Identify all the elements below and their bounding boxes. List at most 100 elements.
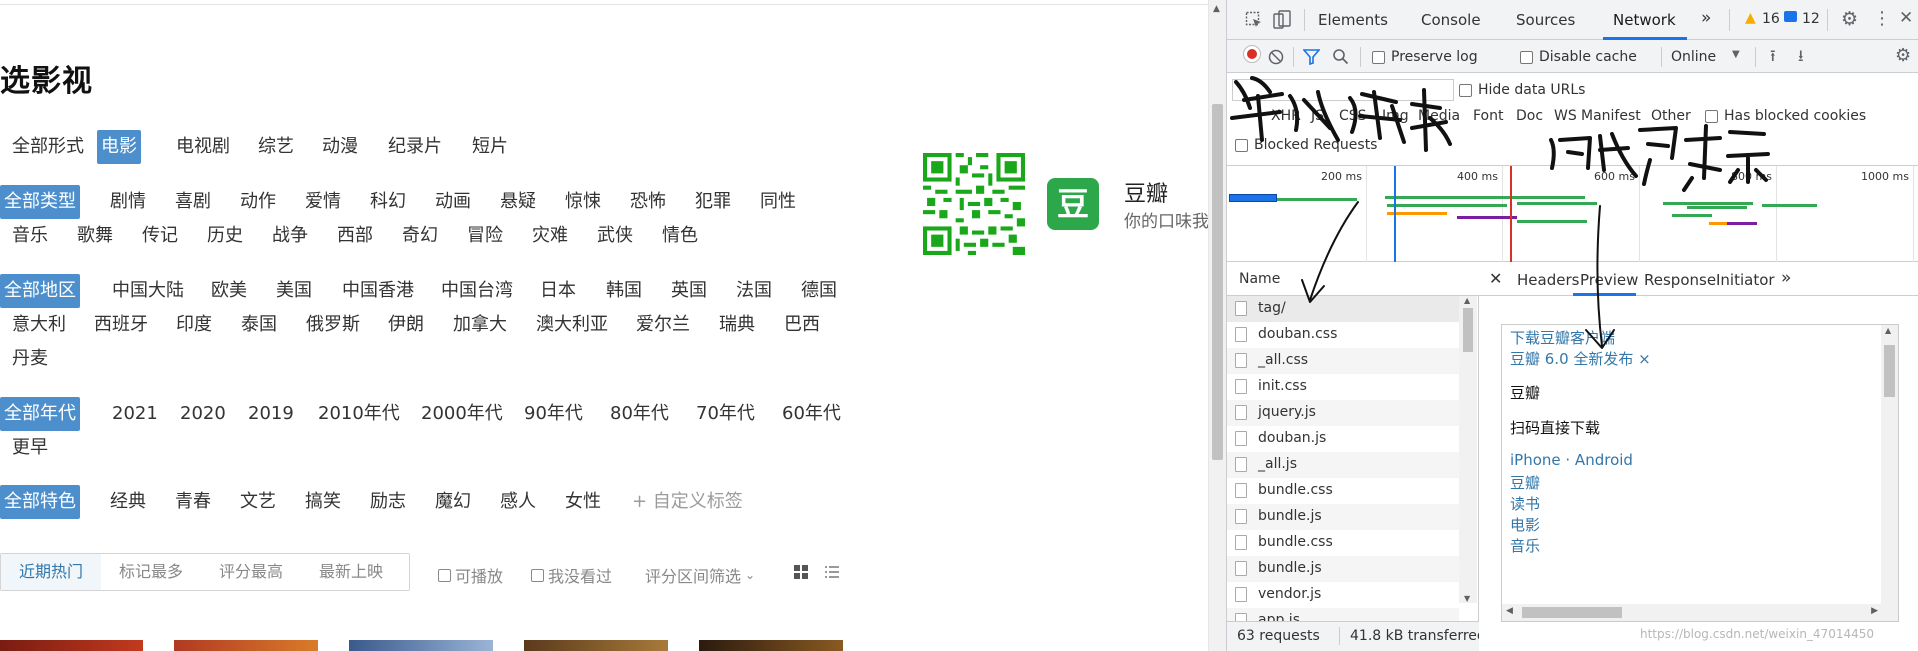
movie-poster[interactable]: [699, 640, 843, 651]
type-filter-xhr[interactable]: XHR: [1271, 108, 1301, 124]
region-tag[interactable]: 巴西: [780, 308, 824, 342]
request-row[interactable]: _all.js: [1227, 452, 1459, 478]
tab-console[interactable]: Console: [1421, 11, 1481, 29]
name-column-header[interactable]: Name: [1227, 262, 1479, 296]
page-scrollbar-thumb[interactable]: [1212, 104, 1223, 460]
page-scrollbar[interactable]: ▲: [1208, 0, 1226, 651]
form-tag[interactable]: 综艺: [254, 130, 298, 164]
gear-icon[interactable]: ⚙: [1841, 8, 1858, 30]
year-tag[interactable]: 2019: [244, 397, 298, 431]
preview-vertical-scrollbar[interactable]: ▲: [1881, 325, 1898, 606]
sort-hot[interactable]: 近期热门: [1, 554, 102, 590]
scroll-right-icon[interactable]: ▶: [1871, 606, 1878, 616]
region-tag-active[interactable]: 全部地区: [0, 274, 80, 308]
year-tag[interactable]: 60年代: [778, 397, 845, 431]
custom-tag-link[interactable]: + 自定义标签: [628, 485, 747, 519]
feature-tag[interactable]: 经典: [106, 485, 150, 519]
form-tag[interactable]: 全部形式: [8, 130, 88, 164]
form-tag[interactable]: 纪录片: [384, 130, 446, 164]
type-tag[interactable]: 灾难: [528, 219, 572, 253]
region-tag[interactable]: 日本: [536, 274, 580, 308]
preview-link[interactable]: 豆瓣: [1510, 472, 1540, 493]
type-filter-img[interactable]: Img: [1382, 108, 1409, 124]
region-tag[interactable]: 伊朗: [384, 308, 428, 342]
region-tag[interactable]: 英国: [667, 274, 711, 308]
feature-tag-active[interactable]: 全部特色: [0, 485, 80, 519]
tab-headers[interactable]: Headers: [1517, 271, 1579, 289]
type-tag[interactable]: 冒险: [463, 219, 507, 253]
type-filter-manifest[interactable]: Manifest: [1581, 108, 1641, 124]
form-tag[interactable]: 电视剧: [172, 130, 234, 164]
region-tag[interactable]: 俄罗斯: [302, 308, 364, 342]
region-tag[interactable]: 爱尔兰: [632, 308, 694, 342]
region-tag[interactable]: 澳大利亚: [532, 308, 612, 342]
request-row[interactable]: init.css: [1227, 374, 1459, 400]
region-tag[interactable]: 中国台湾: [437, 274, 517, 308]
type-tag[interactable]: 西部: [333, 219, 377, 253]
type-tag[interactable]: 武侠: [593, 219, 637, 253]
more-detail-tabs[interactable]: »: [1781, 268, 1791, 288]
region-tag[interactable]: 加拿大: [449, 308, 511, 342]
export-har-icon[interactable]: ⭳: [1798, 45, 1804, 72]
request-row[interactable]: bundle.js: [1227, 556, 1459, 582]
request-row[interactable]: tag/: [1227, 296, 1459, 322]
type-tag[interactable]: 歌舞: [73, 219, 117, 253]
movie-poster[interactable]: [174, 640, 318, 651]
request-row[interactable]: app.js: [1227, 608, 1459, 621]
type-tag[interactable]: 恐怖: [626, 185, 670, 219]
type-tag[interactable]: 犯罪: [691, 185, 735, 219]
request-list-scrollbar[interactable]: ▲ ▼: [1459, 296, 1477, 603]
filter-input[interactable]: [1232, 79, 1454, 101]
preview-vertical-thumb[interactable]: [1884, 345, 1895, 397]
year-tag[interactable]: 70年代: [692, 397, 759, 431]
unseen-filter[interactable]: 我没看过: [531, 563, 612, 587]
network-settings-icon[interactable]: ⚙: [1895, 45, 1911, 66]
preview-link[interactable]: 豆瓣 6.0 全新发布 ×: [1510, 348, 1651, 369]
region-tag[interactable]: 丹麦: [8, 342, 52, 376]
preview-link[interactable]: 读书: [1510, 493, 1540, 514]
year-tag-active[interactable]: 全部年代: [0, 397, 80, 431]
form-tag[interactable]: 短片: [468, 130, 512, 164]
request-row[interactable]: bundle.js: [1227, 504, 1459, 530]
blocked-requests-checkbox[interactable]: Blocked Requests: [1235, 137, 1377, 153]
type-filter-doc[interactable]: Doc: [1516, 108, 1543, 124]
year-tag[interactable]: 90年代: [520, 397, 587, 431]
device-toolbar-icon[interactable]: [1273, 10, 1291, 30]
clear-icon[interactable]: [1268, 49, 1284, 65]
sort-top-rated[interactable]: 评分最高: [201, 554, 301, 590]
type-tag-active[interactable]: 全部类型: [0, 185, 80, 219]
request-list-scroll-thumb[interactable]: [1463, 308, 1473, 352]
scroll-up-icon[interactable]: ▲: [1885, 326, 1891, 335]
feature-tag[interactable]: 青春: [171, 485, 215, 519]
region-tag[interactable]: 美国: [272, 274, 316, 308]
kebab-menu-icon[interactable]: ⋮: [1873, 8, 1891, 29]
type-tag[interactable]: 战争: [268, 219, 312, 253]
preview-link[interactable]: iPhone · Android: [1510, 451, 1633, 469]
scroll-up-icon[interactable]: ▲: [1464, 296, 1470, 305]
warning-count[interactable]: 16: [1762, 11, 1780, 27]
region-tag[interactable]: 韩国: [602, 274, 646, 308]
tab-response[interactable]: Response: [1644, 271, 1716, 289]
form-tag-active[interactable]: 电影: [97, 130, 141, 164]
year-tag[interactable]: 2021: [108, 397, 162, 431]
close-devtools-icon[interactable]: ✕: [1899, 8, 1913, 28]
message-count[interactable]: 12: [1802, 11, 1820, 27]
preview-horizontal-thumb[interactable]: [1522, 607, 1622, 618]
request-row[interactable]: bundle.css: [1227, 478, 1459, 504]
type-tag[interactable]: 喜剧: [171, 185, 215, 219]
type-tag[interactable]: 历史: [203, 219, 247, 253]
year-tag[interactable]: 更早: [8, 431, 52, 465]
feature-tag[interactable]: 励志: [366, 485, 410, 519]
region-tag[interactable]: 瑞典: [715, 308, 759, 342]
feature-tag[interactable]: 感人: [496, 485, 540, 519]
request-row[interactable]: jquery.js: [1227, 400, 1459, 426]
search-icon[interactable]: [1332, 48, 1349, 65]
unseen-checkbox[interactable]: [531, 568, 544, 582]
region-tag[interactable]: 中国香港: [338, 274, 418, 308]
request-row[interactable]: bundle.css: [1227, 530, 1459, 556]
request-row[interactable]: douban.css: [1227, 322, 1459, 348]
preserve-log-checkbox[interactable]: Preserve log: [1372, 49, 1478, 65]
type-filter-other[interactable]: Other: [1651, 108, 1691, 124]
year-tag[interactable]: 2010年代: [314, 397, 404, 431]
tab-sources[interactable]: Sources: [1516, 11, 1575, 29]
